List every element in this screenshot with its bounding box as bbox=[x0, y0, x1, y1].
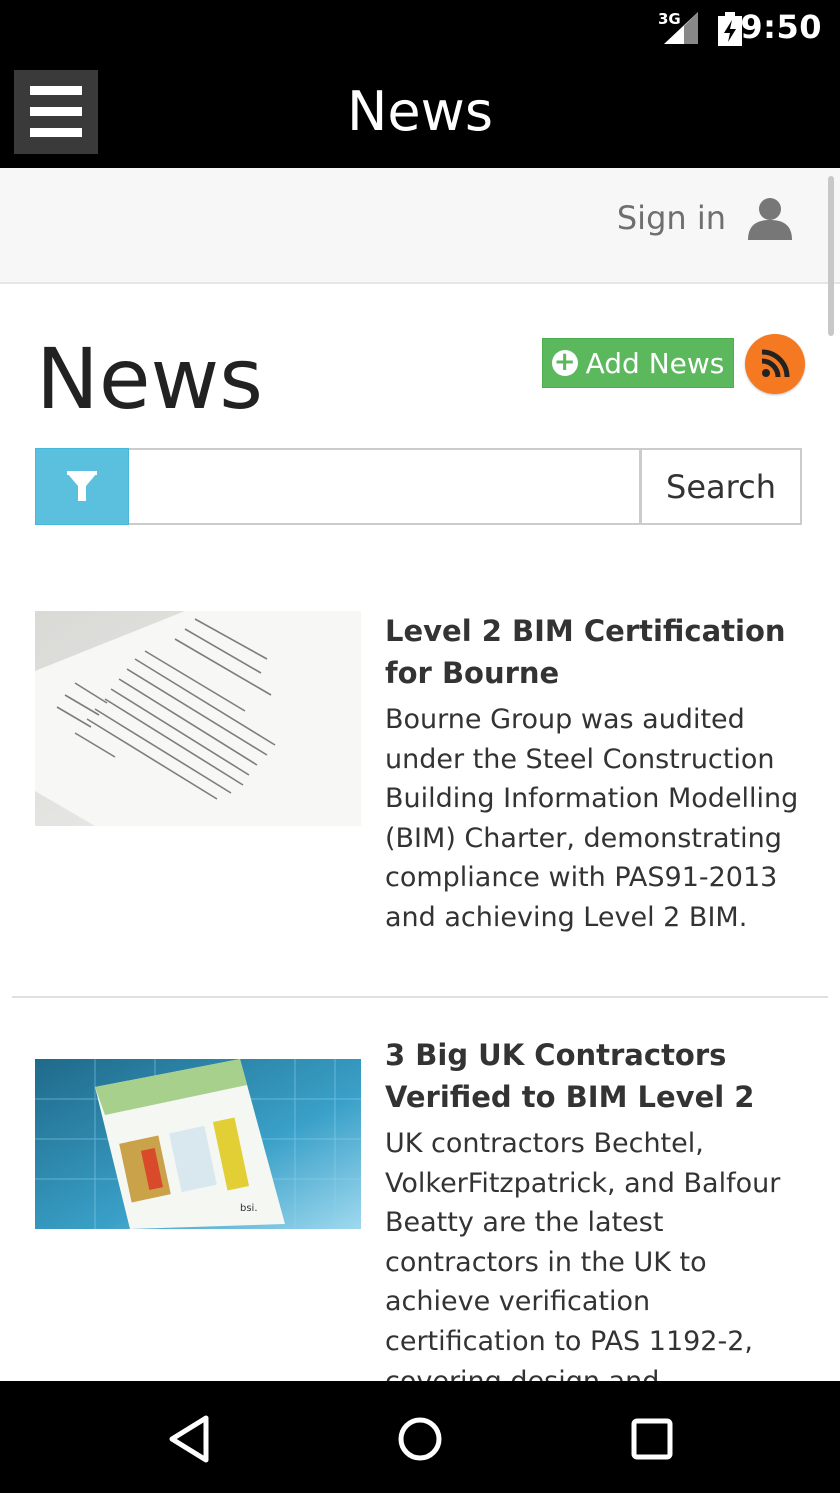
status-bar: 3G 9:50 bbox=[0, 0, 840, 60]
scrollbar[interactable] bbox=[828, 176, 834, 336]
search-button[interactable]: Search bbox=[640, 448, 802, 525]
filter-icon bbox=[67, 470, 97, 501]
home-icon bbox=[398, 1417, 442, 1461]
recents-button[interactable] bbox=[622, 1411, 682, 1467]
add-news-button[interactable]: + Add News bbox=[542, 338, 734, 388]
signal-icon bbox=[664, 12, 698, 44]
page-title: News bbox=[36, 330, 263, 428]
divider bbox=[12, 996, 828, 998]
news-title[interactable]: Level 2 BIM Certification for Bourne bbox=[385, 610, 815, 694]
back-button[interactable] bbox=[158, 1411, 218, 1467]
sign-in-label: Sign in bbox=[616, 199, 726, 237]
add-news-label: Add News bbox=[585, 346, 725, 380]
news-summary: Bourne Group was audited under the Steel… bbox=[385, 704, 799, 933]
report-cover-image: bsi. bbox=[35, 1059, 361, 1229]
system-nav-bar bbox=[0, 1381, 840, 1493]
battery-charging-icon bbox=[718, 12, 742, 46]
back-icon bbox=[169, 1415, 209, 1463]
plus-circle-icon: + bbox=[551, 349, 578, 376]
app-bar: News bbox=[0, 60, 840, 168]
recents-icon bbox=[631, 1418, 673, 1460]
clock: 9:50 bbox=[740, 8, 822, 46]
sign-in-link[interactable]: Sign in bbox=[617, 196, 792, 240]
rss-feed-button[interactable] bbox=[745, 334, 805, 394]
search-input[interactable] bbox=[129, 448, 641, 525]
document-photo bbox=[35, 611, 361, 826]
user-icon bbox=[748, 198, 792, 240]
news-thumbnail[interactable] bbox=[35, 611, 361, 826]
news-title[interactable]: 3 Big UK Contractors Verified to BIM Lev… bbox=[385, 1034, 815, 1118]
home-button[interactable] bbox=[390, 1411, 450, 1467]
filter-button[interactable] bbox=[35, 448, 129, 525]
news-thumbnail[interactable]: bsi. bbox=[35, 1059, 361, 1229]
svg-text:bsi.: bsi. bbox=[240, 1203, 258, 1214]
rss-icon bbox=[761, 349, 790, 378]
app-bar-title: News bbox=[347, 80, 493, 143]
account-bar: Sign in bbox=[0, 168, 840, 284]
